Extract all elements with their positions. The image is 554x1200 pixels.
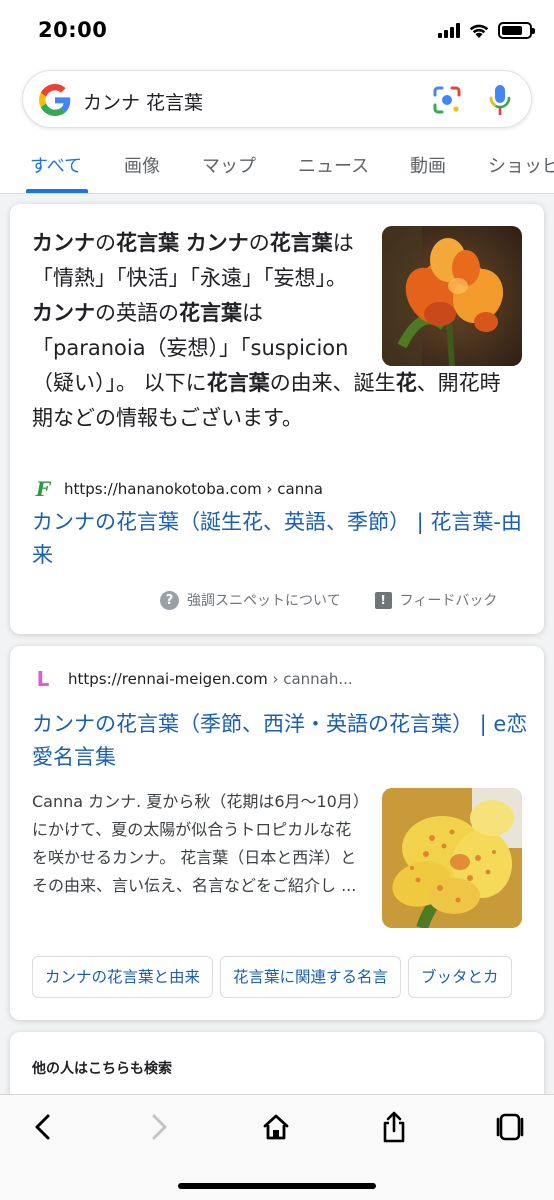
featured-snippet-card: カンナの花言葉 カンナの花言葉は「情熱」「快活」「永遠」「妄想」。 カンナの英語… bbox=[10, 204, 544, 634]
tab-shopping[interactable]: ショッピ bbox=[488, 152, 554, 178]
battery-icon bbox=[498, 22, 535, 39]
snippet-footer: ? 強調スニペットについて ! フィードバック bbox=[160, 590, 497, 610]
battery-level bbox=[502, 26, 522, 35]
snippet-segment: カンナ bbox=[32, 301, 95, 325]
hananokotoba-favicon: F bbox=[35, 477, 51, 501]
home-indicator[interactable] bbox=[178, 1183, 376, 1189]
search-tabs: すべて 画像 マップ ニュース 動画 ショッピ bbox=[0, 140, 554, 194]
tab-videos[interactable]: 動画 bbox=[410, 152, 446, 178]
snippet-segment: 花言葉 bbox=[269, 231, 333, 255]
chevron-left-icon[interactable] bbox=[22, 1109, 62, 1145]
active-tab-indicator bbox=[26, 189, 88, 193]
home-icon[interactable] bbox=[256, 1109, 296, 1145]
status-time: 20:00 bbox=[38, 18, 108, 42]
chip-buddha[interactable]: ブッタとカ bbox=[408, 956, 512, 998]
tab-images[interactable]: 画像 bbox=[124, 152, 160, 178]
browser-toolbar bbox=[0, 1094, 554, 1200]
snippet-segment: 花言葉 bbox=[206, 371, 270, 395]
result-site-url: https://rennai-meigen.com › cannah... bbox=[68, 670, 353, 688]
microphone-icon[interactable] bbox=[487, 83, 513, 117]
snippet-segment: の bbox=[95, 231, 116, 255]
snippet-segment: の bbox=[248, 231, 270, 255]
chip-related-quotes[interactable]: 花言葉に関連する名言 bbox=[220, 956, 402, 998]
tab-all[interactable]: すべて bbox=[30, 152, 82, 178]
feedback-icon: ! bbox=[374, 591, 392, 609]
snippet-segment: カンナ bbox=[185, 231, 249, 255]
tab-maps[interactable]: マップ bbox=[202, 152, 256, 178]
result-description: Canna カンナ. 夏から秋（花期は6月〜10月）にかけて、夏の太陽が似合うト… bbox=[32, 792, 361, 895]
snippet-segment: 花言葉 bbox=[116, 231, 179, 255]
status-bar: 20:00 bbox=[0, 0, 554, 64]
snippet-segment: の英語の bbox=[95, 301, 179, 325]
cellular-signal-icon bbox=[438, 23, 460, 38]
result-title-link[interactable]: カンナの花言葉（季節、西洋・英語の花言葉） | e恋愛名言集 bbox=[32, 708, 532, 774]
snippet-segment: カンナ bbox=[32, 231, 95, 255]
snippet-segment: の由来、誕生 bbox=[269, 371, 396, 395]
related-chips: カンナの花言葉と由来 花言葉に関連する名言 ブッタとカ bbox=[32, 956, 544, 1000]
snippet-segment bbox=[179, 231, 186, 255]
result-source[interactable]: L https://rennai-meigen.com › cannah... bbox=[32, 668, 353, 690]
share-icon[interactable] bbox=[374, 1109, 414, 1145]
yellow-spotted-canna-flower-photo[interactable] bbox=[382, 788, 522, 928]
site-breadcrumb: › cannah... bbox=[267, 670, 353, 688]
snippet-segment: 花言葉 bbox=[179, 301, 242, 325]
site-breadcrumb: › canna bbox=[261, 480, 323, 498]
top-area: 20:00 カンナ 花言葉 すべて 画像 マップ ニュース 動画 ショッピ bbox=[0, 0, 554, 194]
google-g-icon bbox=[39, 84, 71, 116]
orange-canna-flower-photo[interactable] bbox=[382, 226, 522, 366]
feedback-link[interactable]: フィードバック bbox=[400, 590, 498, 610]
chip-canna-meaning[interactable]: カンナの花言葉と由来 bbox=[32, 956, 214, 998]
help-icon: ? bbox=[160, 590, 179, 610]
google-lens-icon[interactable] bbox=[431, 84, 463, 116]
snippet-site-url: https://hananokotoba.com › canna bbox=[64, 480, 323, 498]
snippet-result-link[interactable]: カンナの花言葉（誕生花、英語、季節） | 花言葉-由来 bbox=[32, 506, 522, 572]
people-also-search-title: 他の人はこちらも検索 bbox=[32, 1061, 172, 1077]
status-icons bbox=[438, 22, 535, 39]
tab-news[interactable]: ニュース bbox=[298, 152, 369, 178]
search-input[interactable]: カンナ 花言葉 bbox=[83, 88, 203, 115]
chevron-right-icon[interactable] bbox=[140, 1109, 180, 1145]
snippet-source[interactable]: F https://hananokotoba.com › canna bbox=[32, 478, 323, 500]
snippet-segment: 花 bbox=[395, 371, 417, 395]
site-domain: https://rennai-meigen.com bbox=[68, 670, 268, 688]
site-domain: https://hananokotoba.com bbox=[64, 480, 262, 498]
search-box[interactable]: カンナ 花言葉 bbox=[22, 70, 532, 128]
tabs-icon[interactable] bbox=[490, 1109, 530, 1145]
search-result-card: L https://rennai-meigen.com › cannah... … bbox=[10, 646, 544, 1020]
about-featured-snippets-link[interactable]: 強調スニペットについて bbox=[187, 590, 341, 610]
rennai-meigen-favicon: L bbox=[36, 667, 50, 691]
wifi-icon bbox=[469, 24, 489, 38]
